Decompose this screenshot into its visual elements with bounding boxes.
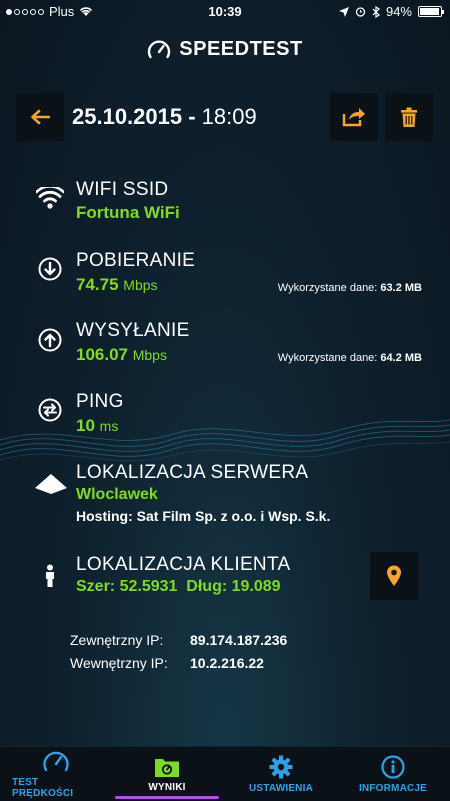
download-used-label: Wykorzystane dane: (277, 282, 378, 294)
tab-info[interactable]: INFORMACJE (348, 747, 438, 801)
share-icon (342, 108, 365, 127)
alarm-icon (355, 7, 366, 17)
tab-results[interactable]: WYNIKI (115, 747, 219, 801)
battery-icon (418, 6, 444, 17)
location-arrow-icon (338, 6, 349, 17)
download-data-used: Wykorzystane dane: 63.2 MB (202, 282, 422, 294)
client-location-label: LOKALIZACJA KLIENTA (76, 554, 291, 575)
info-icon (381, 754, 405, 779)
results-folder-icon (155, 758, 179, 777)
client-longitude: Dług: 19.089 (186, 578, 281, 595)
wifi-label: WIFI SSID (76, 179, 169, 200)
map-pin-icon (387, 565, 401, 586)
app-logo: SPEEDTEST (0, 38, 450, 61)
client-coordinates: Szer: 52.5931 Dług: 19.089 (76, 578, 281, 596)
tab-bar: TEST PRĘDKOŚCI WYNIKI USTAWIENIA INFORMA… (0, 746, 450, 801)
tab-settings[interactable]: USTAWIENIA (236, 747, 326, 801)
bluetooth-icon (372, 5, 380, 18)
server-city: Wloclawek (76, 486, 158, 503)
map-location-button[interactable] (370, 552, 418, 600)
client-person-icon (36, 562, 64, 590)
result-date: 25.10.2015 (72, 104, 183, 129)
upload-used-value: 64.2 MB (380, 352, 422, 364)
result-datetime: 25.10.2015 - 18:09 (72, 104, 257, 130)
wifi-icon (36, 184, 64, 212)
speedometer-icon (43, 751, 69, 772)
upload-speed: 106.07 Mbps (76, 345, 167, 365)
ping-label: PING (76, 391, 124, 412)
external-ip-value: 89.174.187.236 (190, 632, 288, 648)
upload-label: WYSYŁANIE (76, 320, 190, 341)
server-location-label: LOKALIZACJA SERWERA (76, 462, 309, 483)
upload-icon (36, 326, 64, 354)
client-latitude: Szer: 52.5931 (76, 578, 178, 595)
ping-value: 10 (76, 416, 95, 435)
server-hosting: Hosting: Sat Film Sp. z o.o. i Wsp. S.k. (76, 508, 331, 524)
battery-percent: 94% (385, 4, 412, 19)
download-value: 74.75 (76, 275, 119, 294)
internal-ip-value: 10.2.216.22 (190, 655, 264, 671)
ping-icon (36, 396, 64, 424)
active-tab-indicator (115, 796, 219, 799)
internal-ip-label: Wewnętrzny IP: (70, 655, 168, 671)
download-used-value: 63.2 MB (380, 282, 422, 294)
ping-measure: 10 ms (76, 416, 118, 436)
status-right: 94% (338, 4, 444, 19)
upload-used-label: Wykorzystane dane: (277, 352, 378, 364)
upload-data-used: Wykorzystane dane: 64.2 MB (202, 352, 422, 364)
result-time: 18:09 (201, 104, 257, 129)
ping-unit: ms (99, 418, 119, 434)
delete-button[interactable] (385, 93, 433, 141)
gear-icon (269, 755, 293, 778)
app-name: SPEEDTEST (179, 38, 303, 60)
tab-settings-label: USTAWIENIA (248, 782, 314, 794)
upload-unit: Mbps (132, 347, 167, 363)
download-unit: Mbps (123, 277, 158, 293)
server-location-icon (34, 470, 68, 498)
datetime-separator: - (182, 104, 202, 129)
share-button[interactable] (330, 93, 378, 141)
status-bar: Plus 10:39 94% (0, 0, 450, 22)
download-icon (36, 255, 64, 283)
tab-speed-test[interactable]: TEST PRĘDKOŚCI (12, 747, 100, 801)
back-arrow-icon (31, 109, 50, 125)
tab-results-label: WYNIKI (148, 781, 186, 793)
trash-icon (401, 107, 417, 127)
download-label: POBIERANIE (76, 250, 196, 271)
external-ip-label: Zewnętrzny IP: (70, 632, 164, 648)
back-button[interactable] (16, 93, 64, 141)
speedtest-gauge-icon (148, 40, 171, 58)
tab-speed-test-label: TEST PRĘDKOŚCI (12, 777, 74, 799)
wifi-ssid-value: Fortuna WiFi (76, 203, 180, 222)
download-speed: 74.75 Mbps (76, 275, 158, 295)
tab-info-label: INFORMACJE (358, 782, 428, 794)
upload-value: 106.07 (76, 345, 128, 364)
